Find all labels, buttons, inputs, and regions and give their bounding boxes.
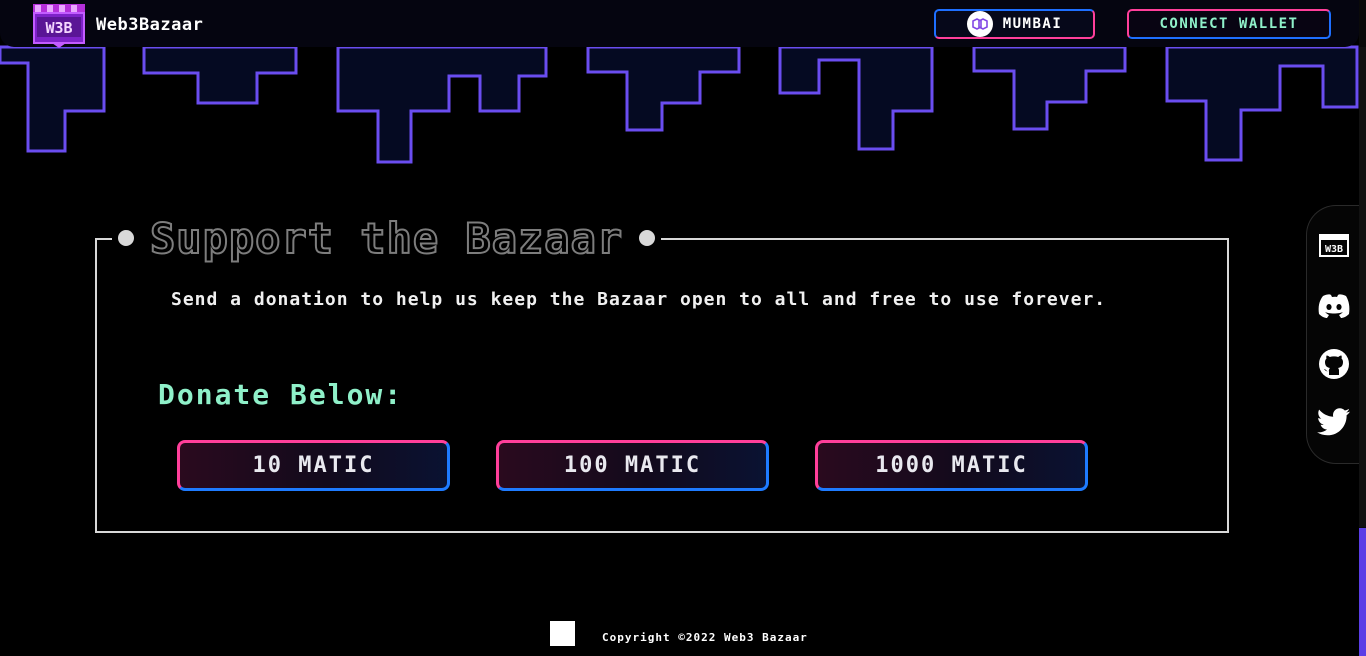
svg-text:W3B: W3B: [1325, 244, 1343, 255]
pixel-skyline: [0, 45, 1359, 164]
donate-1000-matic-button[interactable]: 1000 MATIC: [815, 440, 1088, 491]
svg-text:W3B: W3B: [45, 19, 72, 37]
w3b-icon: W3B: [1319, 234, 1349, 257]
connect-wallet-button[interactable]: CONNECT WALLET: [1127, 9, 1331, 39]
donate-10-matic-button[interactable]: 10 MATIC: [177, 440, 450, 491]
donate-button-label: 1000 MATIC: [875, 453, 1028, 478]
scrollbar-track[interactable]: [1359, 47, 1366, 527]
connect-wallet-label: CONNECT WALLET: [1159, 16, 1299, 32]
brand-home-link[interactable]: W3B Web3Bazaar: [30, 2, 203, 48]
twitter-link[interactable]: [1316, 404, 1352, 440]
donate-heading: Donate Below:: [158, 378, 404, 411]
title-right-dot: [639, 230, 656, 246]
scrollbar-thumb[interactable]: [1359, 528, 1366, 656]
brand-name: Web3Bazaar: [96, 15, 204, 35]
support-title-group: Support the Bazaar: [112, 208, 662, 268]
social-sidebar: W3B: [1306, 205, 1366, 464]
w3b-logo-icon: W3B: [33, 4, 85, 48]
page: W3B Web3Bazaar MUMBAI CONNECT WALLET Sup…: [0, 0, 1366, 656]
discord-icon: [1318, 294, 1350, 318]
support-title: Support the Bazaar: [149, 213, 624, 264]
github-icon: [1319, 349, 1349, 379]
network-label: MUMBAI: [1002, 16, 1063, 32]
discord-link[interactable]: [1316, 288, 1352, 324]
donate-button-label: 100 MATIC: [563, 453, 702, 478]
w3b-home-link[interactable]: W3B: [1316, 228, 1352, 264]
github-link[interactable]: [1316, 346, 1352, 382]
donate-button-label: 10 MATIC: [252, 453, 375, 478]
copyright-text: Copyright ©2022 Web3 Bazaar: [602, 631, 808, 644]
polygon-icon: [966, 11, 993, 37]
twitter-icon: [1317, 408, 1350, 436]
title-left-dot: [118, 230, 134, 246]
support-description: Send a donation to help us keep the Baza…: [171, 289, 1107, 310]
network-selector-button[interactable]: MUMBAI: [934, 9, 1095, 39]
footer-logo: [550, 621, 575, 646]
header-bar: W3B Web3Bazaar MUMBAI CONNECT WALLET: [0, 0, 1359, 48]
donate-100-matic-button[interactable]: 100 MATIC: [496, 440, 769, 491]
